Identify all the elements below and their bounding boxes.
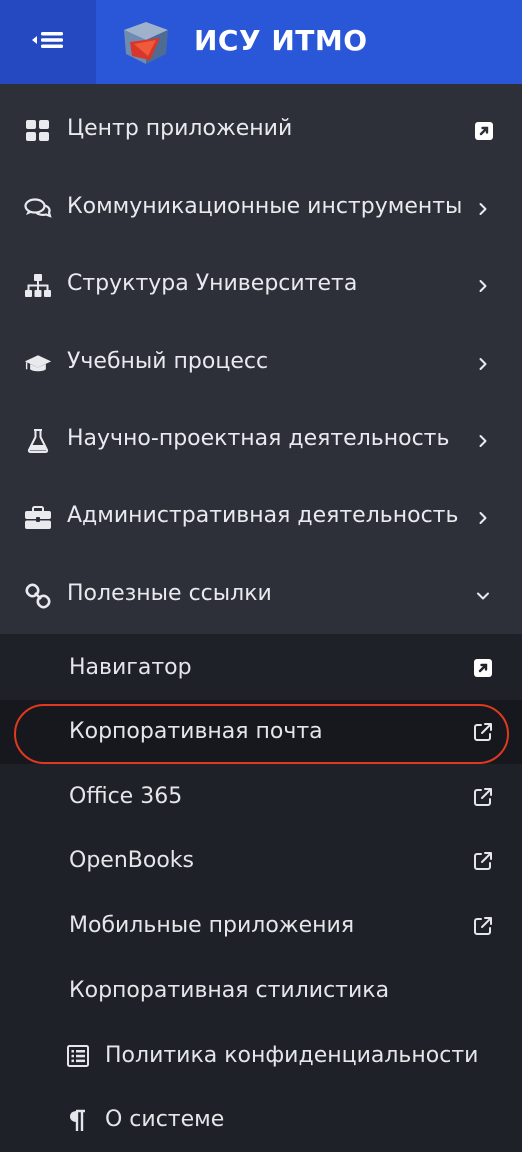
link-icon	[24, 583, 52, 609]
submenu-item-about[interactable]: О системе	[0, 1088, 522, 1152]
menu-item-label: Полезные ссылки	[67, 581, 272, 606]
menu-item-label: Коммуникационные инструменты	[67, 194, 463, 219]
external-link-icon	[472, 915, 494, 937]
submenu-item-label: О системе	[105, 1107, 225, 1132]
graduation-cap-icon	[24, 352, 52, 376]
flask-icon	[24, 429, 52, 453]
submenu-item-corporate-style[interactable]: Корпоративная стилистика	[0, 959, 522, 1023]
pilcrow-icon	[66, 1108, 90, 1132]
submenu-item-label: Политика конфиденциальности	[105, 1043, 479, 1068]
menu-item-label: Центр приложений	[67, 116, 293, 141]
submenu-item-label: Корпоративная почта	[69, 719, 323, 744]
app-title: ИСУ ИТМО	[194, 24, 368, 57]
menu-item-label: Учебный процесс	[67, 349, 269, 374]
sidebar-menu: Центр приложений Коммуникационные инстру…	[0, 84, 522, 634]
external-link-solid-icon	[472, 657, 494, 679]
external-link-solid-icon	[474, 121, 494, 141]
submenu-item-navigator[interactable]: Навигатор	[0, 636, 522, 700]
submenu-item-mobile-apps[interactable]: Мобильные приложения	[0, 894, 522, 958]
useful-links-submenu: Навигатор Корпоративная почта Office 365	[0, 634, 522, 1132]
chevron-right-icon	[473, 199, 493, 219]
menu-item-university-structure[interactable]: Структура Университета	[0, 254, 522, 318]
top-header: ИСУ ИТМО	[0, 0, 522, 84]
chevron-right-icon	[473, 276, 493, 296]
menu-item-administrative-activity[interactable]: Административная деятельность	[0, 486, 522, 550]
itmo-cube-logo	[120, 18, 172, 68]
submenu-item-privacy-policy[interactable]: Политика конфиденциальности	[0, 1024, 522, 1088]
menu-item-label: Структура Университета	[67, 271, 358, 296]
grid-icon	[24, 119, 52, 143]
submenu-item-office-365[interactable]: Office 365	[0, 765, 522, 829]
menu-toggle-button[interactable]	[0, 0, 96, 84]
menu-item-study-process[interactable]: Учебный процесс	[0, 332, 522, 396]
chevron-right-icon	[473, 354, 493, 374]
document-list-icon	[66, 1044, 90, 1068]
submenu-item-corporate-mail[interactable]: Корпоративная почта	[0, 700, 522, 764]
menu-item-label: Административная деятельность	[67, 503, 459, 528]
collapse-menu-icon	[28, 28, 68, 56]
chevron-right-icon	[473, 431, 493, 451]
menu-item-label: Научно-проектная деятельность	[67, 426, 450, 451]
menu-item-useful-links[interactable]: Полезные ссылки	[0, 564, 522, 628]
menu-item-communication-tools[interactable]: Коммуникационные инструменты	[0, 177, 522, 241]
submenu-item-label: Навигатор	[69, 655, 192, 680]
external-link-icon	[472, 850, 494, 872]
submenu-item-openbooks[interactable]: OpenBooks	[0, 829, 522, 893]
external-link-icon	[472, 721, 494, 743]
submenu-item-label: Office 365	[69, 784, 183, 809]
chevron-down-icon	[473, 586, 493, 606]
briefcase-icon	[24, 506, 52, 530]
chevron-right-icon	[473, 508, 493, 528]
sitemap-icon	[24, 274, 52, 298]
external-link-icon	[472, 786, 494, 808]
submenu-item-label: Корпоративная стилистика	[69, 978, 390, 1003]
submenu-item-label: OpenBooks	[69, 848, 194, 873]
submenu-item-label: Мобильные приложения	[69, 913, 355, 938]
menu-item-research-activity[interactable]: Научно-проектная деятельность	[0, 409, 522, 473]
chat-icon	[24, 197, 52, 221]
menu-item-app-center[interactable]: Центр приложений	[0, 99, 522, 163]
